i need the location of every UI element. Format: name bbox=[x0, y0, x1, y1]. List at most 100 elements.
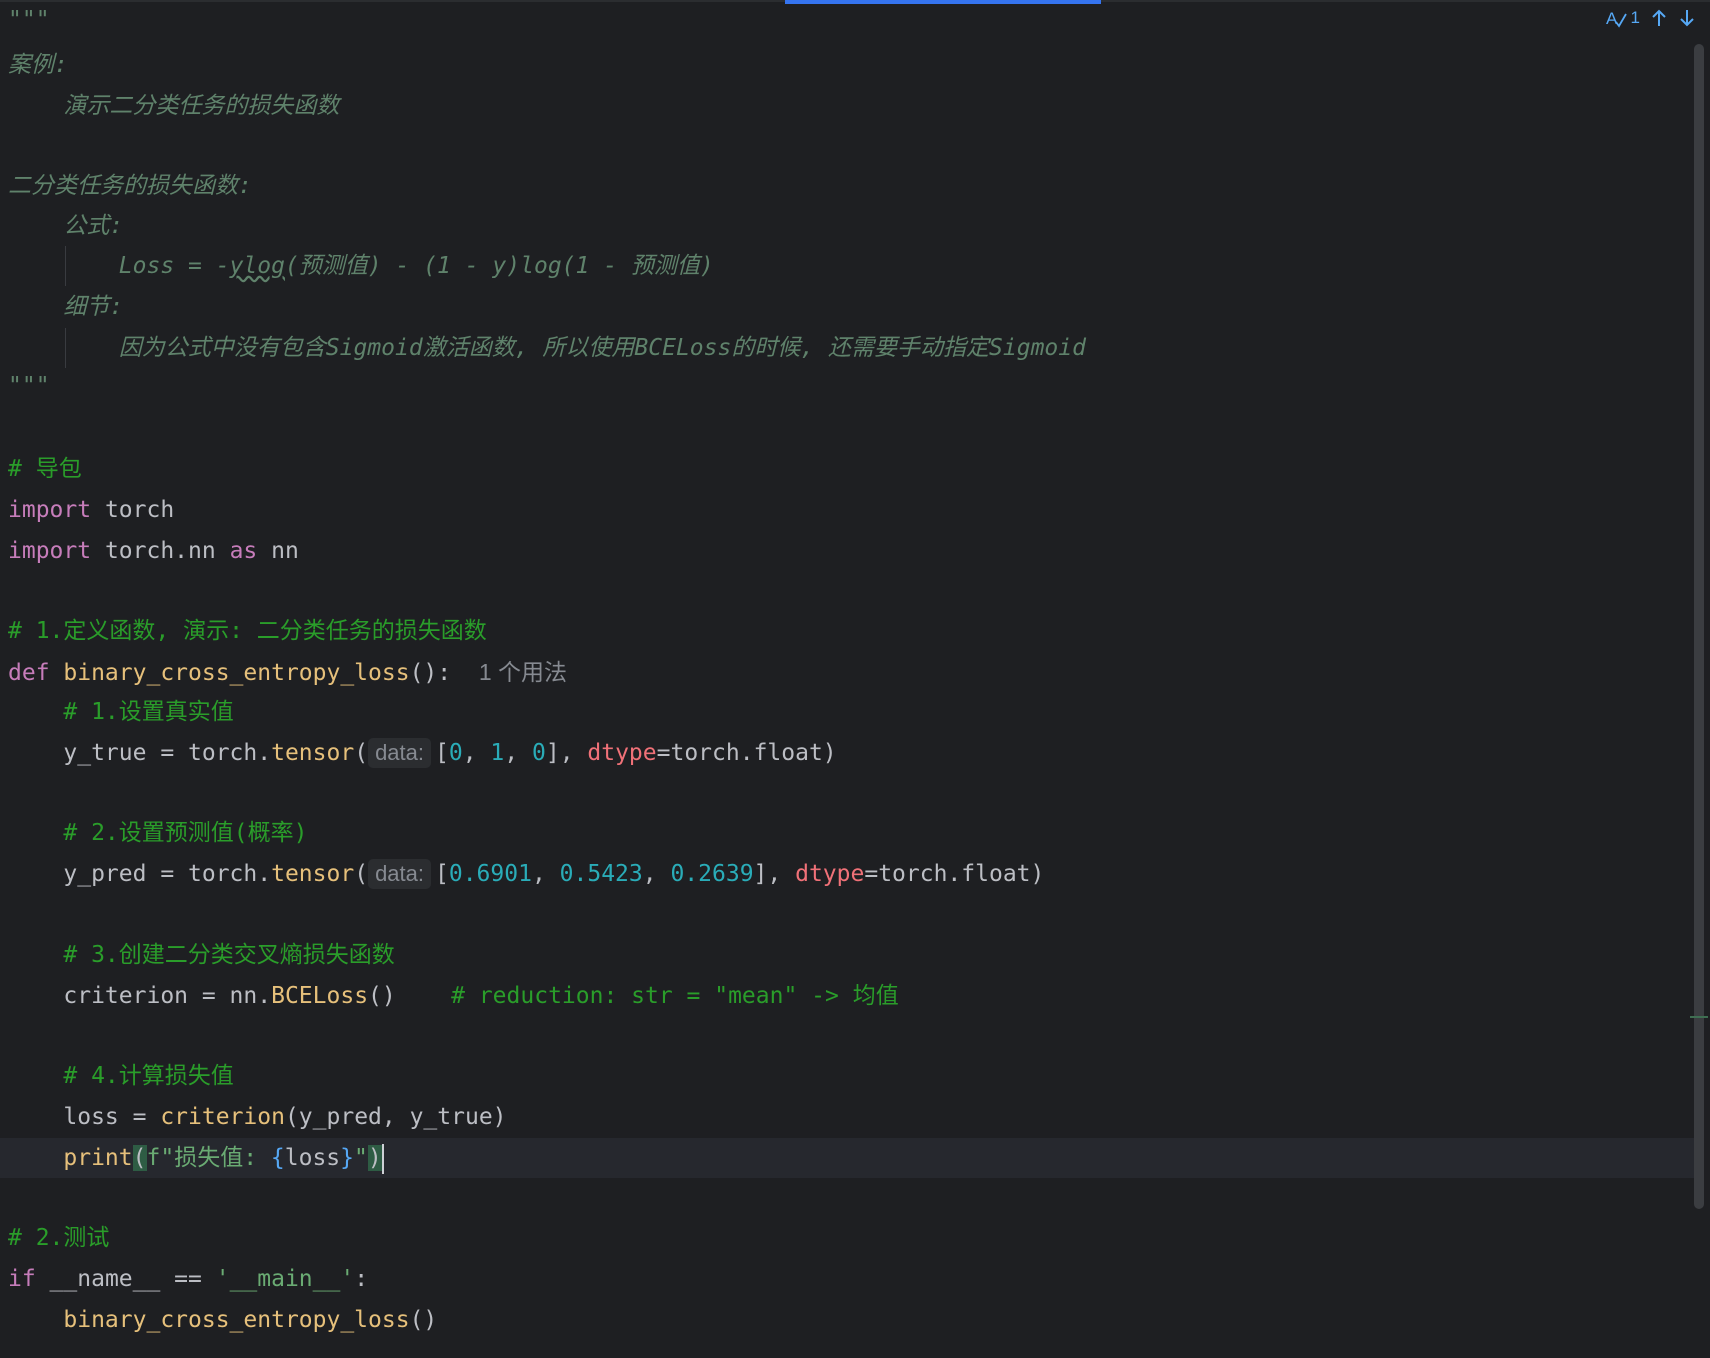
identifier: loss bbox=[284, 1145, 341, 1171]
class-call: BCELoss bbox=[271, 983, 369, 1009]
comment: # 2.测试 bbox=[8, 1225, 110, 1251]
keyword-argument: dtype bbox=[795, 861, 865, 887]
code-line[interactable]: # 3.创建二分类交叉熵损失函数 bbox=[8, 935, 395, 975]
punctuation: ( bbox=[354, 740, 369, 766]
code-line[interactable]: """ bbox=[8, 0, 50, 40]
vertical-scrollbar[interactable] bbox=[1694, 44, 1704, 1209]
string: " bbox=[354, 1145, 368, 1171]
docstring-text: (预测值) - (1 - y)log(1 - 预测值) bbox=[284, 253, 714, 279]
punctuation: ( bbox=[354, 861, 369, 887]
docstring-text: 演示二分类任务的损失函数 bbox=[8, 93, 340, 119]
code-line[interactable]: import torch bbox=[8, 490, 174, 530]
code-line[interactable]: 演示二分类任务的损失函数 bbox=[8, 86, 339, 126]
code-line[interactable]: criterion = nn.BCELoss() # reduction: st… bbox=[8, 976, 898, 1016]
identifier: y_true = torch. bbox=[8, 740, 272, 766]
punctuation: ], bbox=[753, 861, 796, 887]
code-line[interactable]: 案例: bbox=[8, 45, 68, 85]
comment: # 1.设置真实值 bbox=[8, 699, 234, 725]
method-call: tensor bbox=[271, 861, 355, 887]
punctuation: [ bbox=[435, 740, 449, 766]
code-line[interactable]: """ bbox=[8, 366, 50, 406]
code-line[interactable]: # 2.测试 bbox=[8, 1218, 109, 1258]
code-line[interactable]: 因为公式中没有包含Sigmoid激活函数, 所以使用BCELoss的时候, 还需… bbox=[8, 328, 1086, 368]
comment: # 4.计算损失值 bbox=[8, 1063, 234, 1089]
code-editor[interactable]: A 1 """ 案例: 演示二分类任务的损失函数 二分类任务的损失函数: 公式:… bbox=[0, 0, 1710, 1358]
punctuation: [ bbox=[435, 861, 449, 887]
code-line[interactable]: # 4.计算损失值 bbox=[8, 1056, 234, 1096]
identifier: =torch.float) bbox=[864, 861, 1045, 887]
string: "损失值: bbox=[160, 1145, 271, 1171]
fstring-brace: { bbox=[270, 1145, 285, 1171]
parameter-hint: data: bbox=[368, 738, 431, 768]
typo-check-icon: A bbox=[1606, 9, 1627, 28]
code-line[interactable]: 细节: bbox=[8, 287, 123, 327]
function-call: print bbox=[63, 1145, 133, 1171]
keyword: as bbox=[229, 538, 258, 564]
punctuation: (): bbox=[409, 660, 452, 686]
keyword: if bbox=[8, 1266, 36, 1292]
keyword: import bbox=[8, 538, 92, 564]
inspection-widget[interactable]: A 1 bbox=[1606, 8, 1640, 28]
active-tab-indicator bbox=[785, 0, 1101, 4]
code-line[interactable]: print(f"损失值: {loss}") bbox=[8, 1138, 384, 1178]
code-line[interactable]: # 1.设置真实值 bbox=[8, 692, 234, 732]
number: 0.5423 bbox=[559, 861, 643, 887]
code-line[interactable]: # 2.设置预测值(概率) bbox=[8, 813, 307, 853]
docstring-text: 案例: bbox=[8, 52, 68, 78]
code-line[interactable]: def binary_cross_entropy_loss(): 1 个用法 bbox=[8, 652, 567, 692]
number: 1 bbox=[490, 740, 505, 766]
identifier: loss = bbox=[8, 1104, 161, 1130]
code-line[interactable]: import torch.nn as nn bbox=[8, 531, 299, 571]
identifier: nn bbox=[257, 538, 299, 564]
code-line[interactable]: Loss = -ylog(预测值) - (1 - y)log(1 - 预测值) bbox=[8, 246, 714, 286]
function-call: criterion bbox=[160, 1104, 285, 1130]
code-line[interactable]: # 导包 bbox=[8, 449, 82, 489]
punctuation: : bbox=[354, 1266, 369, 1292]
docstring-open: """ bbox=[8, 7, 50, 33]
function-call: binary_cross_entropy_loss bbox=[63, 1307, 410, 1333]
punctuation: , bbox=[531, 861, 560, 887]
punctuation: ], bbox=[545, 740, 588, 766]
docstring-text: Loss = - bbox=[8, 253, 230, 279]
fstring-prefix: f bbox=[146, 1145, 161, 1171]
arrow-up-icon[interactable] bbox=[1650, 8, 1668, 28]
code-line[interactable]: 公式: bbox=[8, 206, 123, 246]
code-line[interactable]: if __name__ == '__main__': bbox=[8, 1259, 368, 1299]
punctuation: , bbox=[642, 861, 671, 887]
code-line[interactable]: y_pred = torch.tensor(data: [0.6901, 0.54… bbox=[8, 854, 1044, 894]
spelling-warning: ylog bbox=[229, 253, 285, 279]
function-name: binary_cross_entropy_loss bbox=[49, 660, 410, 686]
code-line[interactable]: loss = criterion(y_pred, y_true) bbox=[8, 1097, 506, 1137]
matched-bracket: ) bbox=[367, 1145, 382, 1171]
comment: # 2.设置预测值(概率) bbox=[8, 820, 308, 846]
arrow-down-icon[interactable] bbox=[1678, 8, 1696, 28]
usage-hint[interactable]: 1 个用法 bbox=[479, 659, 567, 685]
docstring-text: 公式: bbox=[8, 213, 124, 239]
keyword-argument: dtype bbox=[587, 740, 657, 766]
identifier: torch.nn bbox=[91, 538, 230, 564]
number: 0 bbox=[448, 740, 463, 766]
matched-bracket: ( bbox=[132, 1145, 147, 1171]
docstring-close: """ bbox=[8, 373, 50, 399]
method-call: tensor bbox=[271, 740, 355, 766]
code-line[interactable]: 二分类任务的损失函数: bbox=[8, 166, 252, 206]
number: 0.2639 bbox=[670, 861, 754, 887]
string: '__main__' bbox=[215, 1266, 355, 1292]
parameter-hint: data: bbox=[368, 859, 431, 889]
keyword: import bbox=[8, 497, 92, 523]
comment: # 1.定义函数, 演示: 二分类任务的损失函数 bbox=[8, 618, 487, 644]
identifier: __name__ == bbox=[35, 1266, 216, 1292]
code-line[interactable]: y_true = torch.tensor(data: [0, 1, 0], dt… bbox=[8, 733, 837, 773]
number: 0.6901 bbox=[448, 861, 532, 887]
fstring-brace: } bbox=[340, 1145, 355, 1171]
keyword: def bbox=[8, 660, 50, 686]
code-line[interactable]: # 1.定义函数, 演示: 二分类任务的损失函数 bbox=[8, 611, 487, 651]
svg-text:A: A bbox=[1606, 9, 1618, 28]
text-caret bbox=[381, 1143, 384, 1174]
punctuation: () bbox=[409, 1307, 438, 1333]
punctuation: , bbox=[504, 740, 532, 766]
comment: # 3.创建二分类交叉熵损失函数 bbox=[8, 942, 395, 968]
code-line[interactable]: binary_cross_entropy_loss() bbox=[8, 1300, 437, 1340]
